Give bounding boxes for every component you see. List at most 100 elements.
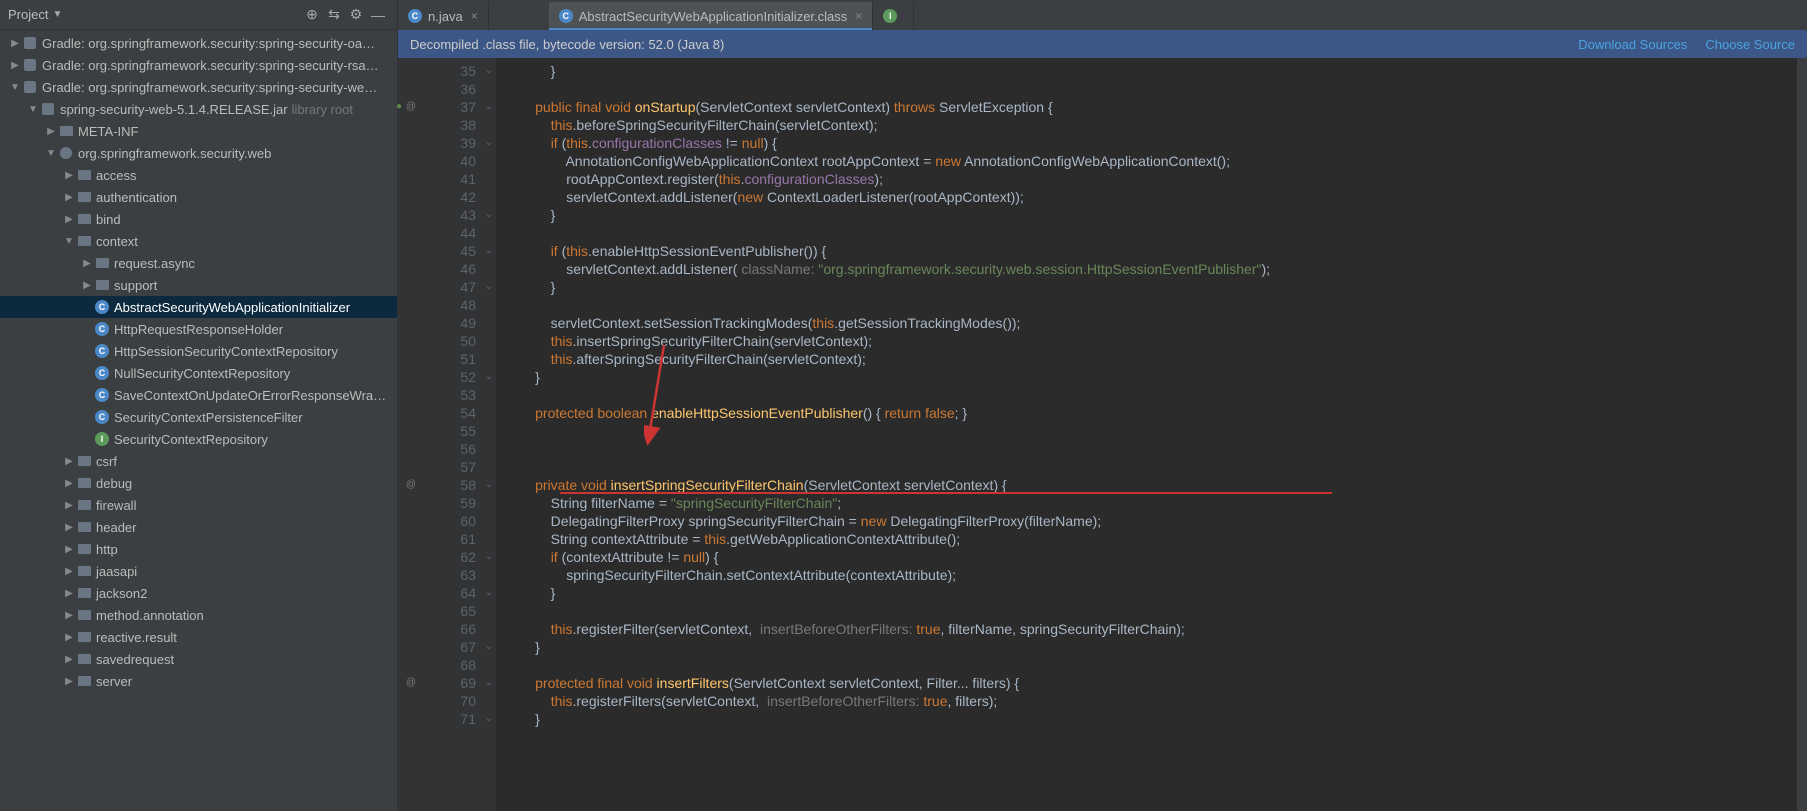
tree-expand-icon[interactable]: ▶ xyxy=(62,654,76,665)
tree-row[interactable]: SecurityContextPersistenceFilter xyxy=(0,406,397,428)
code-line[interactable] xyxy=(504,458,1807,476)
tree-row[interactable]: ▶debug xyxy=(0,472,397,494)
tree-row[interactable]: NullSecurityContextRepository xyxy=(0,362,397,384)
tree-expand-icon[interactable]: ▶ xyxy=(62,500,76,511)
code-line[interactable]: } xyxy=(504,584,1807,602)
project-title[interactable]: Project xyxy=(8,7,48,22)
tree-row[interactable]: ▶server xyxy=(0,670,397,692)
code-line[interactable]: if (this.enableHttpSessionEventPublisher… xyxy=(504,242,1807,260)
close-icon[interactable]: × xyxy=(471,9,478,23)
close-icon[interactable]: × xyxy=(855,9,862,23)
code-line[interactable]: String filterName = "springSecurityFilte… xyxy=(504,494,1807,512)
code-line[interactable]: public final void onStartup(ServletConte… xyxy=(504,98,1807,116)
editor-tab[interactable]: AbstractSecurityWebApplicationInitialize… xyxy=(549,2,874,30)
tree-row[interactable]: ▶csrf xyxy=(0,450,397,472)
choose-sources-link[interactable]: Choose Source xyxy=(1705,37,1795,52)
tree-row[interactable]: SaveContextOnUpdateOrErrorResponseWra… xyxy=(0,384,397,406)
code-line[interactable] xyxy=(504,440,1807,458)
tree-expand-icon[interactable]: ▶ xyxy=(8,60,22,71)
code-line[interactable]: } xyxy=(504,278,1807,296)
code-line[interactable]: } xyxy=(504,368,1807,386)
line-number-gutter[interactable]: 353637@●38394041424344454647484950515253… xyxy=(398,58,482,811)
tree-expand-icon[interactable]: ▶ xyxy=(80,280,94,291)
tree-expand-icon[interactable]: ▶ xyxy=(8,38,22,49)
code-line[interactable]: protected boolean enableHttpSessionEvent… xyxy=(504,404,1807,422)
fold-column[interactable]: ⌄⌄⌄⌄⌄⌄⌄⌄⌄⌄⌄⌄⌄ xyxy=(482,58,496,811)
code-line[interactable]: private void insertSpringSecurityFilterC… xyxy=(504,476,1807,494)
tree-row[interactable]: ▼Gradle: org.springframework.security:sp… xyxy=(0,76,397,98)
code-line[interactable]: } xyxy=(504,62,1807,80)
tree-row[interactable]: ▶http xyxy=(0,538,397,560)
code-line[interactable] xyxy=(504,656,1807,674)
code-editor[interactable]: 353637@●38394041424344454647484950515253… xyxy=(398,58,1807,811)
tree-row[interactable]: ▶META-INF xyxy=(0,120,397,142)
code-line[interactable] xyxy=(504,386,1807,404)
tree-expand-icon[interactable]: ▶ xyxy=(62,170,76,181)
code-line[interactable]: servletContext.addListener( className: "… xyxy=(504,260,1807,278)
download-sources-link[interactable]: Download Sources xyxy=(1578,37,1687,52)
code-line[interactable] xyxy=(504,422,1807,440)
code-line[interactable] xyxy=(504,296,1807,314)
code-line[interactable] xyxy=(504,80,1807,98)
code-line[interactable] xyxy=(504,224,1807,242)
tree-row[interactable]: ▶method.annotation xyxy=(0,604,397,626)
locate-icon[interactable]: ⊕ xyxy=(301,4,323,26)
code-line[interactable]: } xyxy=(504,638,1807,656)
code-area[interactable]: } public final void onStartup(ServletCon… xyxy=(496,58,1807,811)
gear-icon[interactable]: ⚙ xyxy=(345,4,367,26)
tree-expand-icon[interactable]: ▶ xyxy=(62,522,76,533)
editor-tab[interactable]: n.java× xyxy=(398,2,489,30)
tree-expand-icon[interactable]: ▶ xyxy=(62,566,76,577)
tree-row[interactable]: ▶reactive.result xyxy=(0,626,397,648)
tree-expand-icon[interactable]: ▶ xyxy=(62,214,76,225)
code-line[interactable]: } xyxy=(504,206,1807,224)
code-line[interactable]: rootAppContext.register(this.configurati… xyxy=(504,170,1807,188)
tree-expand-icon[interactable]: ▶ xyxy=(62,192,76,203)
tree-row[interactable]: AbstractSecurityWebApplicationInitialize… xyxy=(0,296,397,318)
tree-row[interactable]: SecurityContextRepository xyxy=(0,428,397,450)
minimize-icon[interactable]: — xyxy=(367,4,389,26)
tree-row[interactable]: ▶firewall xyxy=(0,494,397,516)
tree-expand-icon[interactable]: ▶ xyxy=(62,610,76,621)
tree-row[interactable]: ▶bind xyxy=(0,208,397,230)
code-line[interactable]: String contextAttribute = this.getWebApp… xyxy=(504,530,1807,548)
code-line[interactable]: if (contextAttribute != null) { xyxy=(504,548,1807,566)
project-tree[interactable]: ▶Gradle: org.springframework.security:sp… xyxy=(0,30,397,811)
tree-row[interactable]: ▶Gradle: org.springframework.security:sp… xyxy=(0,32,397,54)
tree-row[interactable]: ▶support xyxy=(0,274,397,296)
code-line[interactable]: this.beforeSpringSecurityFilterChain(ser… xyxy=(504,116,1807,134)
tree-row[interactable]: ▶authentication xyxy=(0,186,397,208)
collapse-all-icon[interactable]: ⇆ xyxy=(323,4,345,26)
code-line[interactable]: this.registerFilters(servletContext, ins… xyxy=(504,692,1807,710)
tree-expand-icon[interactable]: ▶ xyxy=(62,478,76,489)
code-line[interactable]: AnnotationConfigWebApplicationContext ro… xyxy=(504,152,1807,170)
tree-expand-icon[interactable]: ▶ xyxy=(62,588,76,599)
tree-expand-icon[interactable]: ▼ xyxy=(26,104,40,115)
tree-expand-icon[interactable]: ▼ xyxy=(44,148,58,159)
code-line[interactable]: springSecurityFilterChain.setContextAttr… xyxy=(504,566,1807,584)
tree-row[interactable]: ▶jackson2 xyxy=(0,582,397,604)
tree-row[interactable]: ▼spring-security-web-5.1.4.RELEASE.jarli… xyxy=(0,98,397,120)
tree-expand-icon[interactable]: ▶ xyxy=(62,676,76,687)
code-line[interactable]: this.insertSpringSecurityFilterChain(ser… xyxy=(504,332,1807,350)
tree-expand-icon[interactable]: ▶ xyxy=(80,258,94,269)
code-line[interactable]: this.afterSpringSecurityFilterChain(serv… xyxy=(504,350,1807,368)
code-line[interactable]: protected final void insertFilters(Servl… xyxy=(504,674,1807,692)
tree-row[interactable]: ▼context xyxy=(0,230,397,252)
code-line[interactable]: servletContext.setSessionTrackingModes(t… xyxy=(504,314,1807,332)
project-view-chooser-icon[interactable]: ▼ xyxy=(52,9,62,20)
code-line[interactable]: servletContext.addListener(new ContextLo… xyxy=(504,188,1807,206)
tree-row[interactable]: ▶access xyxy=(0,164,397,186)
tree-row[interactable]: ▶jaasapi xyxy=(0,560,397,582)
code-line[interactable] xyxy=(504,602,1807,620)
tree-expand-icon[interactable]: ▶ xyxy=(62,456,76,467)
code-line[interactable]: this.registerFilter(servletContext, inse… xyxy=(504,620,1807,638)
tree-expand-icon[interactable]: ▼ xyxy=(62,236,76,247)
tree-row[interactable]: ▶request.async xyxy=(0,252,397,274)
code-line[interactable]: DelegatingFilterProxy springSecurityFilt… xyxy=(504,512,1807,530)
tree-row[interactable]: ▶header xyxy=(0,516,397,538)
error-stripe[interactable] xyxy=(1797,58,1807,811)
tree-expand-icon[interactable]: ▼ xyxy=(8,82,22,93)
tree-expand-icon[interactable]: ▶ xyxy=(62,544,76,555)
code-line[interactable]: } xyxy=(504,710,1807,728)
